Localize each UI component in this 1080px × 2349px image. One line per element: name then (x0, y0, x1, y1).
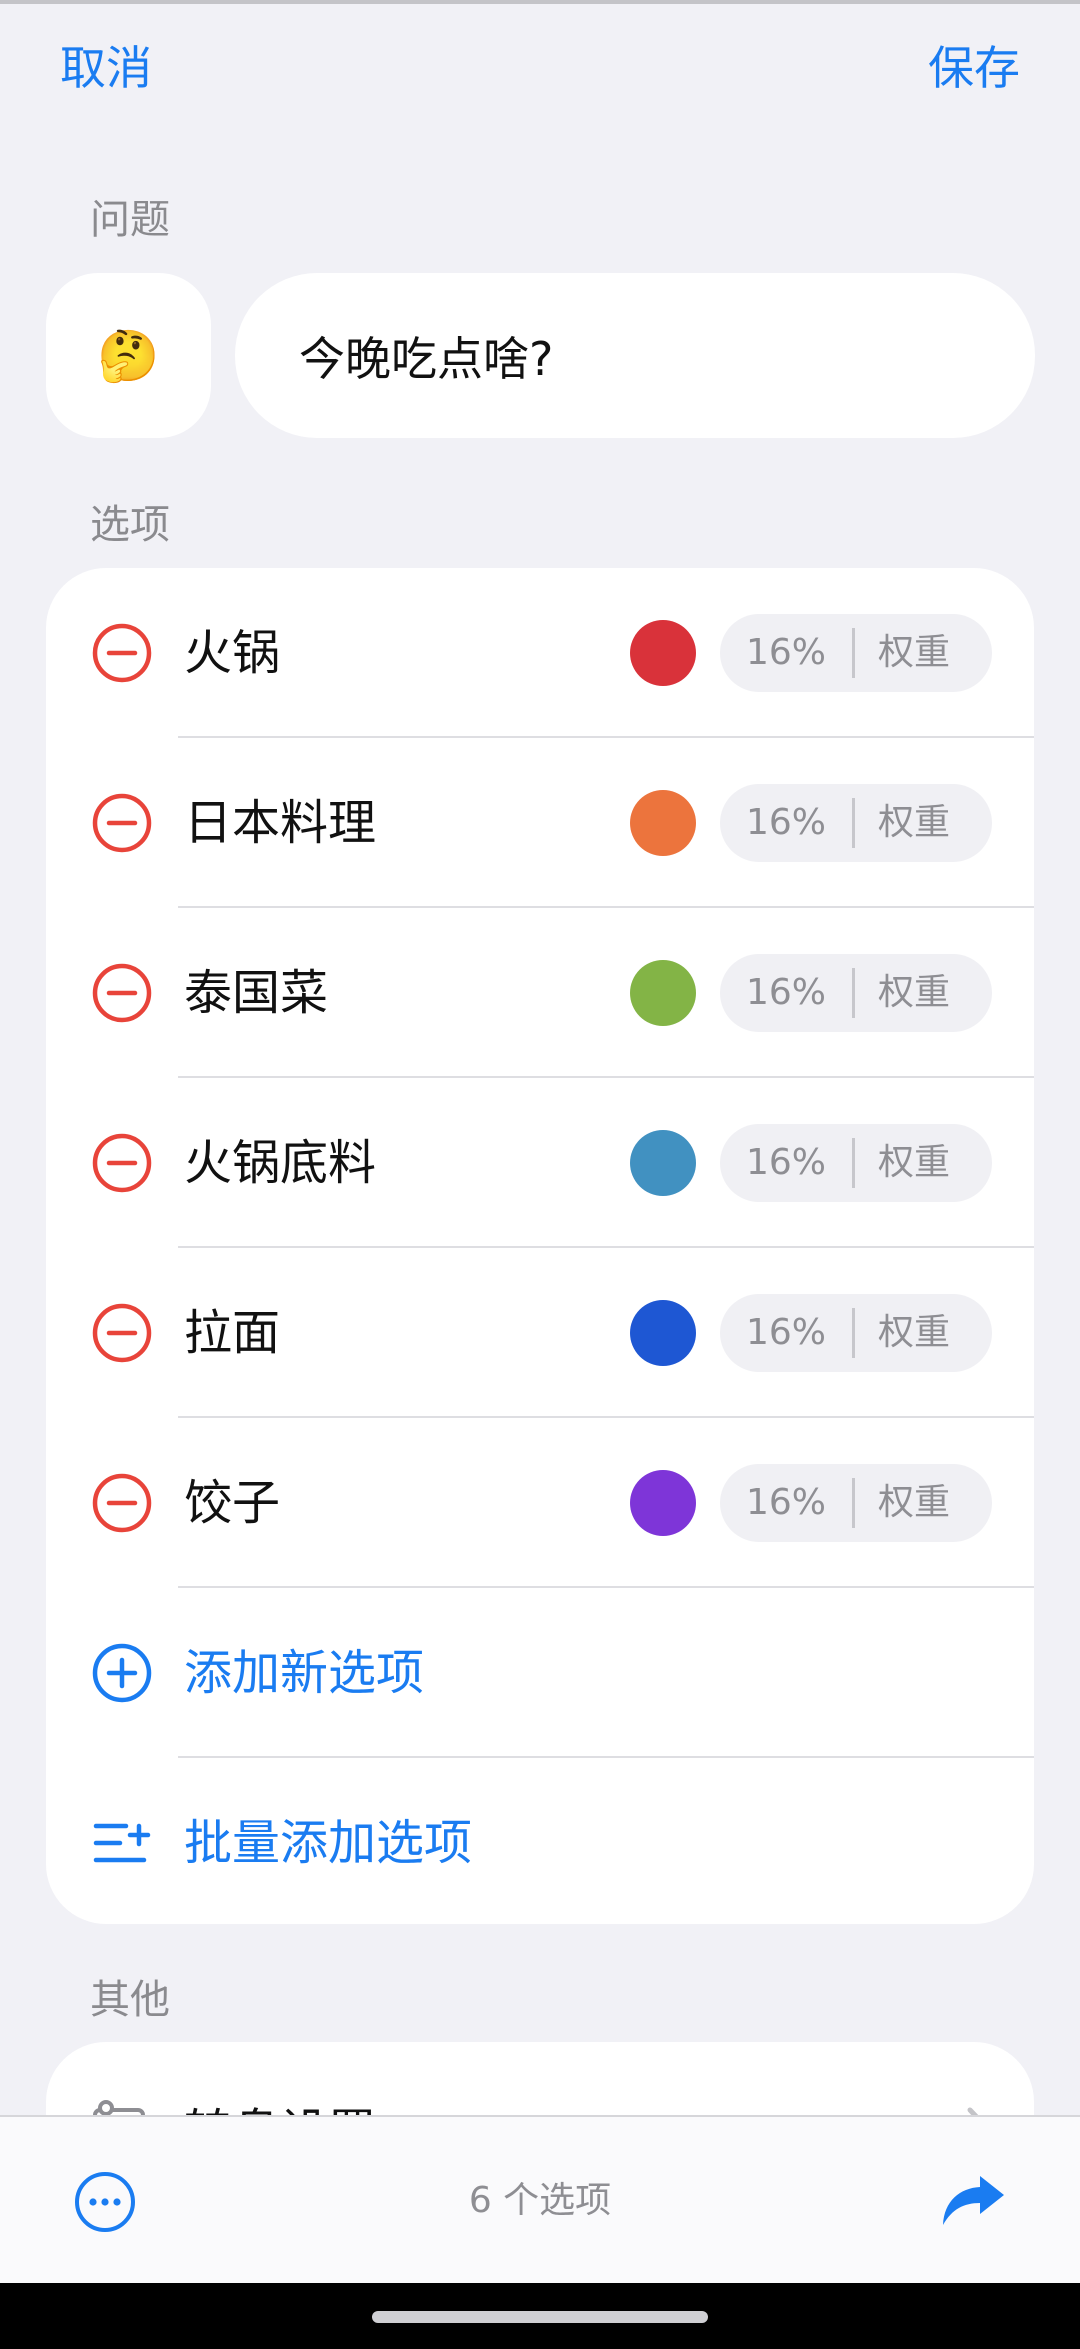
option-label[interactable]: 火锅 (184, 623, 280, 683)
option-weight-control[interactable]: 16% 权重 (720, 614, 992, 692)
share-icon[interactable] (940, 2173, 1006, 2229)
option-color-swatch[interactable] (630, 1470, 696, 1536)
option-percent: 16% (745, 632, 826, 673)
option-label[interactable]: 泰国菜 (184, 963, 328, 1023)
option-percent: 16% (745, 1482, 826, 1523)
option-label[interactable]: 饺子 (184, 1473, 280, 1533)
options-card: 火锅 16% 权重 日本料理 16% 权重 泰国菜 16% 权重 火锅底料 16% 权重 拉面 16% 权重… (46, 568, 1034, 1924)
minus-circle-icon[interactable] (92, 793, 152, 853)
option-row[interactable]: 饺子 16% 权重 (46, 1418, 1034, 1588)
other-section-label: 其他 (90, 1977, 170, 2023)
option-weight-label[interactable]: 权重 (855, 1464, 973, 1542)
add-option-label: 添加新选项 (184, 1645, 425, 1701)
option-label[interactable]: 日本料理 (184, 793, 376, 853)
emoji-picker-button[interactable]: 🤔 (46, 273, 211, 438)
option-color-swatch[interactable] (630, 790, 696, 856)
option-weight-control[interactable]: 16% 权重 (720, 784, 992, 862)
question-input[interactable]: 今晚吃点啥? (235, 273, 1035, 438)
home-indicator[interactable] (372, 2311, 708, 2323)
option-color-swatch[interactable] (630, 960, 696, 1026)
option-count: 6 个选项 (468, 2180, 612, 2221)
option-percent: 16% (745, 1142, 826, 1183)
question-text: 今晚吃点啥? (299, 331, 554, 386)
system-navigation-bar (0, 2283, 1080, 2349)
plus-circle-icon[interactable] (92, 1643, 152, 1703)
bottom-toolbar: 6 个选项 (0, 2115, 1080, 2283)
option-row[interactable]: 火锅底料 16% 权重 (46, 1078, 1034, 1248)
option-weight-label[interactable]: 权重 (855, 614, 973, 692)
option-row[interactable]: 拉面 16% 权重 (46, 1248, 1034, 1418)
option-weight-label[interactable]: 权重 (855, 954, 973, 1032)
option-color-swatch[interactable] (630, 1130, 696, 1196)
option-weight-control[interactable]: 16% 权重 (720, 1294, 992, 1372)
option-weight-label[interactable]: 权重 (855, 784, 973, 862)
option-weight-label[interactable]: 权重 (855, 1294, 973, 1372)
minus-circle-icon[interactable] (92, 963, 152, 1023)
option-label[interactable]: 火锅底料 (184, 1133, 376, 1193)
minus-circle-icon[interactable] (92, 623, 152, 683)
option-color-swatch[interactable] (630, 620, 696, 686)
option-weight-control[interactable]: 16% 权重 (720, 954, 992, 1032)
minus-circle-icon[interactable] (92, 1473, 152, 1533)
batch-add-option-row[interactable]: 批量添加选项 (46, 1758, 1034, 1924)
cancel-button[interactable]: 取消 (60, 38, 152, 98)
option-row[interactable]: 火锅 16% 权重 (46, 568, 1034, 738)
option-row[interactable]: 日本料理 16% 权重 (46, 738, 1034, 908)
option-percent: 16% (745, 1312, 826, 1353)
option-weight-label[interactable]: 权重 (855, 1124, 973, 1202)
thinking-face-emoji: 🤔 (97, 326, 160, 385)
option-weight-control[interactable]: 16% 权重 (720, 1124, 992, 1202)
option-label[interactable]: 拉面 (184, 1303, 280, 1363)
minus-circle-icon[interactable] (92, 1303, 152, 1363)
add-option-row[interactable]: 添加新选项 (46, 1588, 1034, 1758)
option-color-swatch[interactable] (630, 1300, 696, 1366)
option-row[interactable]: 泰国菜 16% 权重 (46, 908, 1034, 1078)
options-section-label: 选项 (90, 502, 170, 548)
option-weight-control[interactable]: 16% 权重 (720, 1464, 992, 1542)
question-section-label: 问题 (90, 197, 170, 243)
batch-add-option-label: 批量添加选项 (184, 1815, 473, 1871)
option-percent: 16% (745, 972, 826, 1013)
save-button[interactable]: 保存 (928, 38, 1020, 98)
batch-list-icon[interactable] (92, 1813, 152, 1873)
top-edge-line (0, 0, 1080, 4)
option-percent: 16% (745, 802, 826, 843)
minus-circle-icon[interactable] (92, 1133, 152, 1193)
